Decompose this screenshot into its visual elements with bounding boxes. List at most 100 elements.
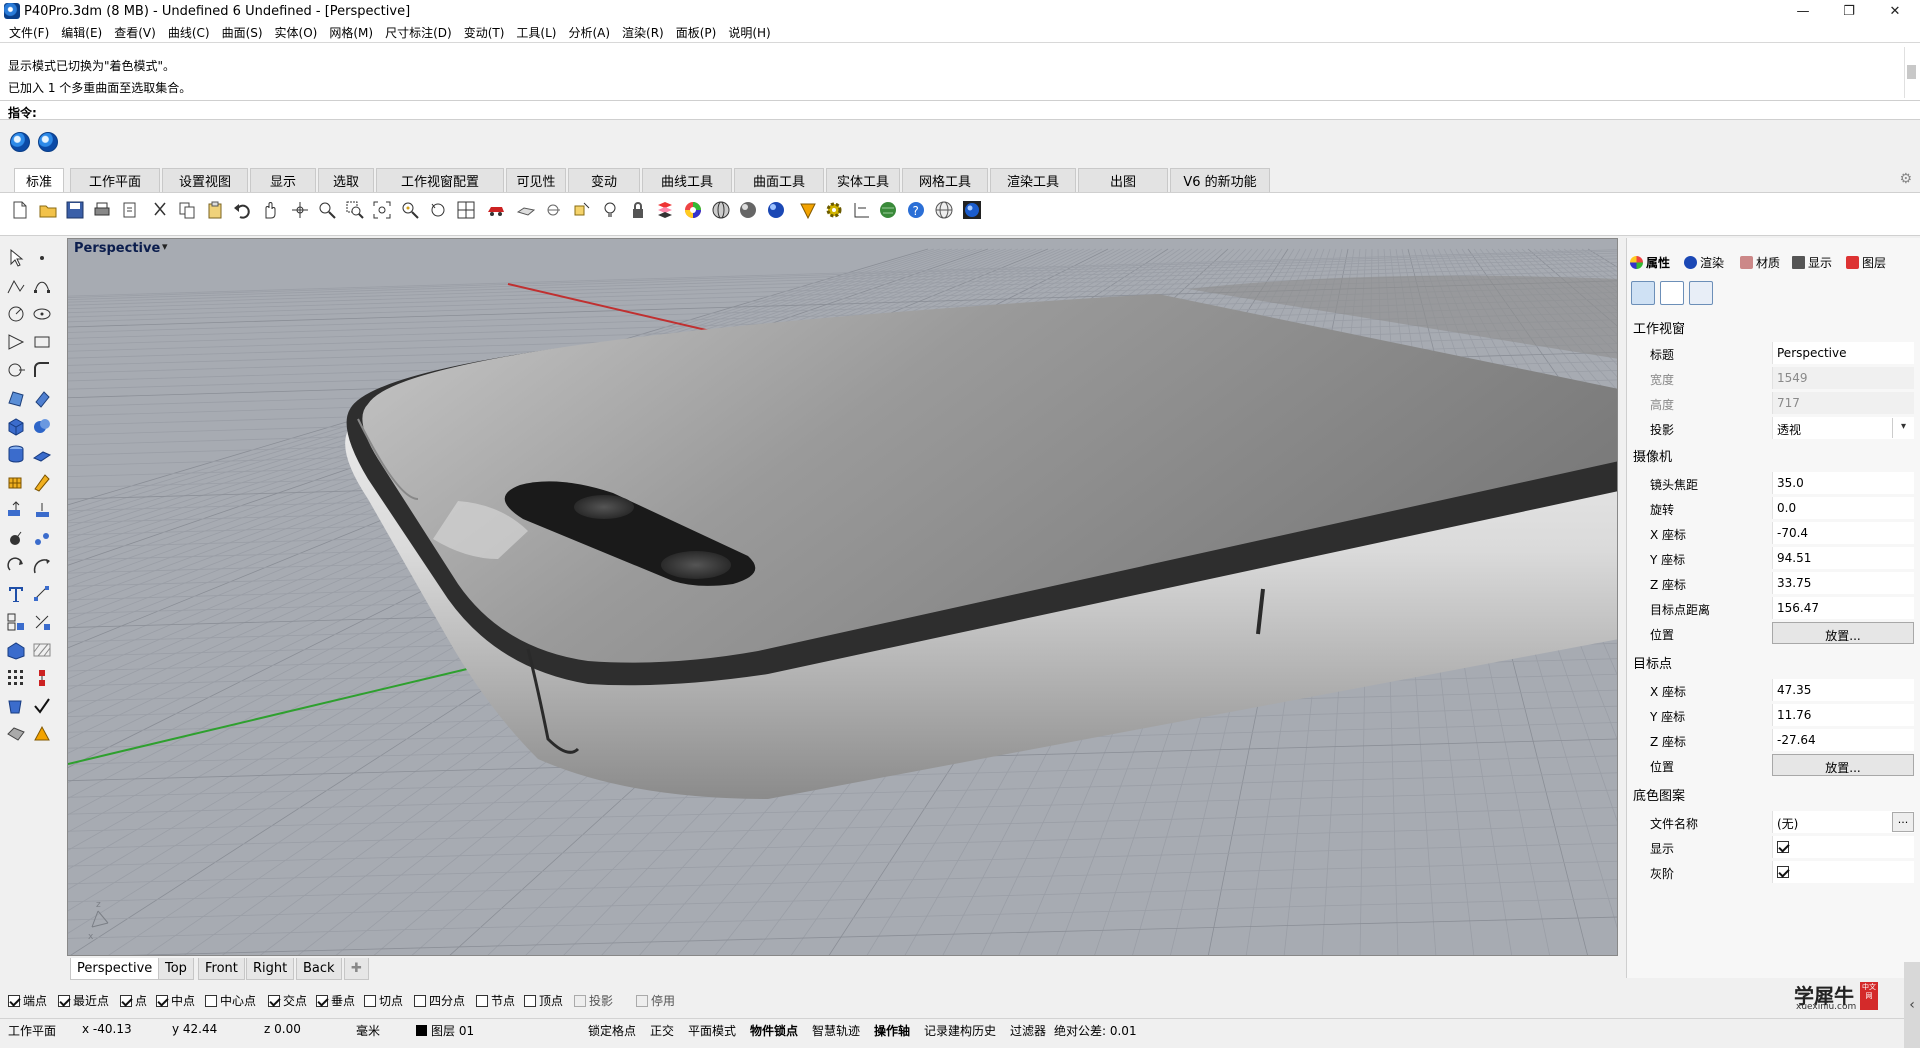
four-viewports-icon[interactable] xyxy=(456,200,476,220)
render-preview-icon[interactable] xyxy=(962,200,982,220)
status-grid-snap[interactable]: 锁定格点 xyxy=(588,1022,636,1039)
panel-tab-display[interactable]: 显示 xyxy=(1792,252,1832,272)
osnap-point[interactable]: 点 xyxy=(120,992,147,1009)
surface-from-points-icon[interactable] xyxy=(6,388,26,408)
menu-mesh[interactable]: 网格(M) xyxy=(324,24,378,41)
viewport-canvas[interactable]: z x xyxy=(68,239,1618,956)
rotate-view-icon[interactable] xyxy=(290,200,310,220)
checkbox-icon[interactable] xyxy=(524,994,536,1007)
menu-analyze[interactable]: 分析(A) xyxy=(563,24,615,41)
status-ortho[interactable]: 正交 xyxy=(650,1022,674,1039)
checkbox-icon[interactable] xyxy=(268,994,280,1007)
cut-icon[interactable] xyxy=(150,200,170,220)
target-z-field[interactable]: -27.64 xyxy=(1772,729,1914,751)
copy-object-icon[interactable] xyxy=(6,528,26,548)
menu-curve[interactable]: 曲线(C) xyxy=(163,24,215,41)
render-cone-icon[interactable] xyxy=(798,200,818,220)
open-icon[interactable] xyxy=(38,200,58,220)
light-bulb-icon[interactable] xyxy=(600,200,620,220)
filename-field[interactable]: (无)... xyxy=(1772,811,1914,833)
target-y-field[interactable]: 11.76 xyxy=(1772,704,1914,726)
chevron-down-icon[interactable]: ▾ xyxy=(1892,418,1914,438)
cylinder-icon[interactable] xyxy=(6,444,26,464)
osnap-disable[interactable]: 停用 xyxy=(636,992,675,1009)
panel-tab-layers[interactable]: 图层 xyxy=(1846,252,1886,272)
dimension-tool-icon[interactable] xyxy=(32,584,52,604)
panel-tab-properties[interactable]: 属性 xyxy=(1630,252,1670,272)
place-target-button[interactable]: 放置... xyxy=(1772,754,1914,776)
tab-mesh-tools[interactable]: 网格工具 xyxy=(902,168,988,192)
tab-drafting[interactable]: 出图 xyxy=(1078,168,1168,192)
projection-select[interactable]: 透视 ▾ xyxy=(1772,417,1914,439)
status-planar[interactable]: 平面模式 xyxy=(688,1022,736,1039)
menu-edit[interactable]: 编辑(E) xyxy=(56,24,107,41)
maximize-button[interactable]: ❐ xyxy=(1826,0,1872,22)
osnap-center[interactable]: 中心点 xyxy=(205,992,256,1009)
panel-tab-materials[interactable]: 材质 xyxy=(1740,252,1780,272)
checkbox-icon[interactable] xyxy=(414,994,426,1007)
camera-x-field[interactable]: -70.4 xyxy=(1772,522,1914,544)
status-record-history[interactable]: 记录建构历史 xyxy=(924,1022,996,1039)
point-icon[interactable] xyxy=(32,248,52,268)
copy-icon[interactable] xyxy=(177,200,197,220)
tab-select[interactable]: 选取 xyxy=(318,168,374,192)
checkbox-icon[interactable] xyxy=(58,994,70,1007)
tab-curve-tools[interactable]: 曲线工具 xyxy=(642,168,732,192)
osnap-project[interactable]: 投影 xyxy=(574,992,613,1009)
undo-view-icon[interactable] xyxy=(428,200,448,220)
camera-y-field[interactable]: 94.51 xyxy=(1772,547,1914,569)
wireframe-sphere-icon[interactable] xyxy=(711,200,731,220)
target-distance-field[interactable]: 156.47 xyxy=(1772,597,1914,619)
tab-viewport-layout[interactable]: 工作视窗配置 xyxy=(376,168,504,192)
lens-field[interactable]: 35.0 xyxy=(1772,472,1914,494)
menu-panels[interactable]: 面板(P) xyxy=(671,24,722,41)
new-file-icon[interactable] xyxy=(10,200,30,220)
tab-cplanes[interactable]: 工作平面 xyxy=(70,168,160,192)
mesh-icon[interactable] xyxy=(6,472,26,492)
options-gear-icon[interactable] xyxy=(824,200,844,220)
rotation-field[interactable]: 0.0 xyxy=(1772,497,1914,519)
status-filter[interactable]: 过滤器 xyxy=(1010,1022,1046,1039)
ellipse-icon[interactable] xyxy=(32,304,52,324)
select-objects-icon[interactable] xyxy=(572,200,592,220)
chevron-left-icon[interactable]: ‹ xyxy=(1904,962,1920,1048)
osnap-quadrant[interactable]: 四分点 xyxy=(414,992,465,1009)
menu-transform[interactable]: 变动(T) xyxy=(459,24,510,41)
checkbox-icon[interactable] xyxy=(636,994,648,1007)
target-x-field[interactable]: 47.35 xyxy=(1772,679,1914,701)
show-checkbox[interactable] xyxy=(1777,841,1789,853)
help-icon[interactable]: ? xyxy=(906,200,926,220)
gear-icon[interactable]: ⚙ xyxy=(1899,171,1912,187)
menu-render[interactable]: 渲染(R) xyxy=(617,24,669,41)
hatch-icon[interactable] xyxy=(32,640,52,660)
dimension-icon[interactable] xyxy=(852,200,872,220)
circle-icon[interactable] xyxy=(6,304,26,324)
viewport-props-frame-icon[interactable] xyxy=(1660,281,1684,305)
rendered-sphere-icon[interactable] xyxy=(766,200,786,220)
zoom-window-icon[interactable] xyxy=(345,200,365,220)
polyline-icon[interactable] xyxy=(6,276,26,296)
layer-icon[interactable] xyxy=(655,200,675,220)
osnap-vertex[interactable]: 顶点 xyxy=(524,992,563,1009)
rotate-icon[interactable] xyxy=(6,556,26,576)
rhino-options-icon[interactable] xyxy=(10,132,30,152)
zoom-selected-icon[interactable] xyxy=(400,200,420,220)
set-cplane-icon[interactable] xyxy=(544,200,564,220)
osnap-knot[interactable]: 节点 xyxy=(476,992,515,1009)
fillet-curve-icon[interactable] xyxy=(32,360,52,380)
tab-visibility[interactable]: 可见性 xyxy=(506,168,566,192)
color-wheel-icon[interactable] xyxy=(683,200,703,220)
phone-model[interactable] xyxy=(345,275,1618,799)
box-icon[interactable] xyxy=(6,416,26,436)
viewport-menu-caret-icon[interactable]: ▾ xyxy=(162,240,168,253)
minimize-button[interactable]: — xyxy=(1780,0,1826,22)
checkbox-icon[interactable] xyxy=(364,994,376,1007)
close-button[interactable]: ✕ xyxy=(1872,0,1918,22)
status-gumball[interactable]: 操作轴 xyxy=(874,1022,910,1039)
viewport-tab-back[interactable]: Back xyxy=(296,958,342,980)
check-icon[interactable] xyxy=(32,696,52,716)
material-icon[interactable] xyxy=(32,724,52,744)
paste-icon[interactable] xyxy=(205,200,225,220)
tab-surface-tools[interactable]: 曲面工具 xyxy=(734,168,824,192)
viewport-tab-right[interactable]: Right xyxy=(246,958,295,980)
